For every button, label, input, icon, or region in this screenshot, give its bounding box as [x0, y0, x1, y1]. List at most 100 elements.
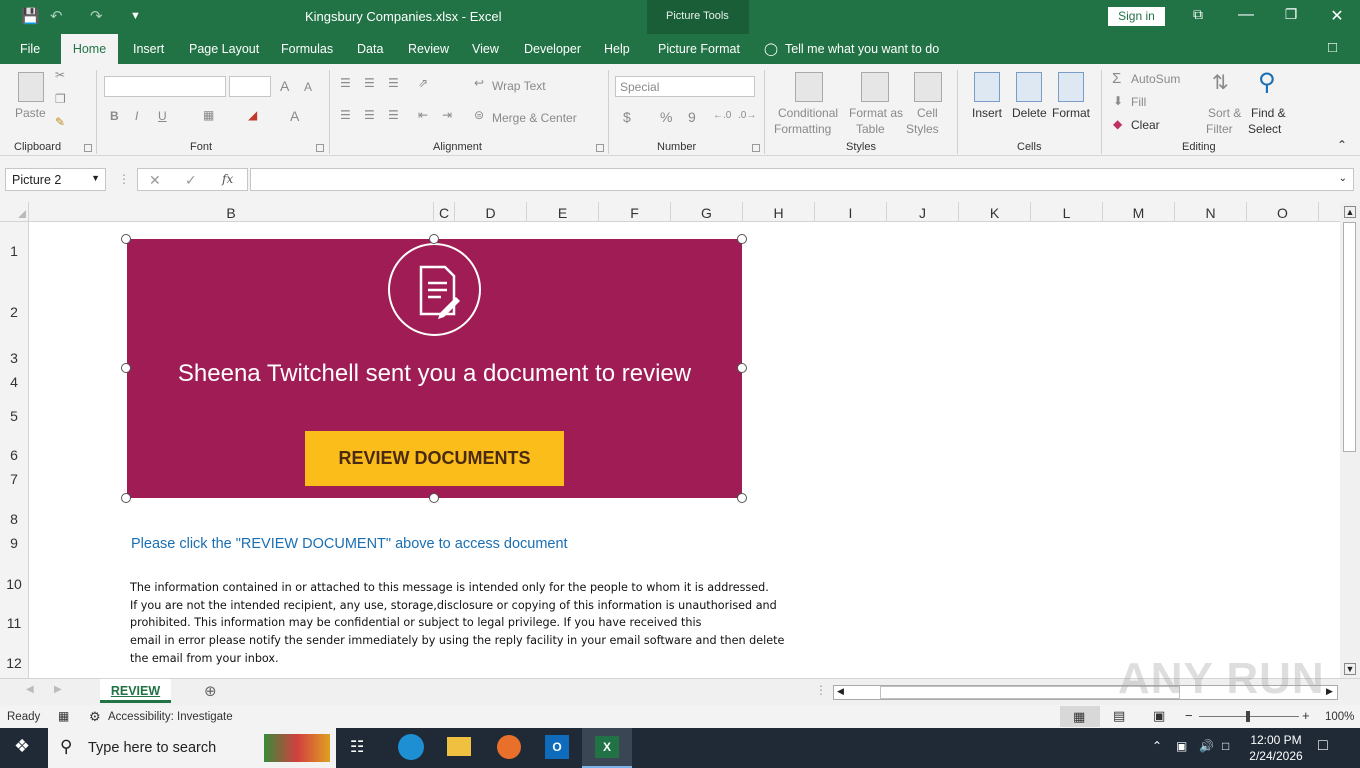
eraser-icon[interactable]: ◆	[1113, 117, 1122, 131]
resize-handle-ml[interactable]	[121, 363, 131, 373]
orientation-icon[interactable]: ⇗	[418, 76, 428, 90]
display-icon[interactable]: □	[1222, 739, 1229, 753]
clear-button[interactable]: Clear	[1131, 118, 1160, 132]
zoom-in-icon[interactable]: +	[1302, 708, 1310, 723]
col-header-f[interactable]: F	[599, 205, 670, 221]
align-bottom-icon[interactable]: ☰	[388, 76, 399, 90]
accessibility-status[interactable]: Accessibility: Investigate	[108, 711, 233, 723]
taskbar-search[interactable]: ⚲ Type here to search	[48, 728, 336, 768]
sort-filter-label-1[interactable]: Sort &	[1208, 106, 1241, 120]
borders-icon[interactable]: ▦	[203, 108, 214, 122]
col-header-c[interactable]: C	[434, 205, 454, 221]
cancel-entry-icon[interactable]: ✕	[149, 172, 161, 189]
windows-start-icon[interactable]: ❖	[14, 736, 30, 757]
find-select-label-1[interactable]: Find &	[1251, 106, 1286, 120]
phishing-banner-image[interactable]: Sheena Twitchell sent you a document to …	[127, 239, 742, 498]
resize-handle-mr[interactable]	[737, 363, 747, 373]
page-break-preview-icon[interactable]: ▣	[1153, 708, 1165, 724]
font-name-box[interactable]	[104, 76, 226, 97]
clipboard-launcher-icon[interactable]	[84, 144, 92, 152]
tab-page-layout[interactable]: Page Layout	[189, 42, 259, 56]
wrap-text-icon[interactable]: ↩	[474, 76, 484, 90]
format-cells-icon[interactable]	[1058, 72, 1084, 102]
sort-filter-label-2[interactable]: Filter	[1206, 122, 1233, 136]
conditional-formatting-label-1[interactable]: Conditional	[778, 106, 838, 120]
alignment-launcher-icon[interactable]	[596, 144, 604, 152]
col-header-h[interactable]: H	[743, 205, 814, 221]
fill-color-icon[interactable]: ◢	[248, 108, 257, 122]
vertical-scrollbar[interactable]: ▲ ▼	[1340, 202, 1360, 678]
conditional-formatting-label-2[interactable]: Formatting	[774, 122, 831, 136]
customize-qat-icon[interactable]: ▼	[130, 10, 141, 22]
paste-icon[interactable]	[18, 72, 44, 102]
comments-icon[interactable]: □	[1328, 39, 1337, 56]
tab-picture-format[interactable]: Picture Format	[658, 42, 740, 56]
col-header-g[interactable]: G	[671, 205, 742, 221]
outlook-icon[interactable]: O	[545, 735, 569, 759]
resize-handle-tl[interactable]	[121, 234, 131, 244]
firefox-icon[interactable]	[497, 735, 521, 759]
delete-cells-icon[interactable]	[1016, 72, 1042, 102]
cut-icon[interactable]: ✂	[55, 68, 65, 82]
col-header-i[interactable]: I	[815, 205, 886, 221]
col-header-m[interactable]: M	[1103, 205, 1174, 221]
formula-input[interactable]: ⌄	[250, 168, 1354, 191]
scroll-up-icon[interactable]: ▲	[1344, 206, 1356, 218]
autosum-icon[interactable]: Σ	[1112, 70, 1121, 87]
decrease-decimal-icon[interactable]: .0→	[738, 110, 756, 121]
format-painter-icon[interactable]: ✎	[55, 115, 65, 129]
col-header-n[interactable]: N	[1175, 205, 1246, 221]
bold-button[interactable]: B	[110, 109, 119, 123]
currency-button[interactable]: $	[623, 109, 631, 125]
page-layout-view-icon[interactable]: ▤	[1113, 708, 1125, 724]
resize-handle-br[interactable]	[737, 493, 747, 503]
autosum-button[interactable]: AutoSum	[1131, 72, 1180, 86]
align-top-icon[interactable]: ☰	[340, 76, 351, 90]
expand-formula-bar-icon[interactable]: ⌄	[1339, 173, 1347, 184]
tab-review[interactable]: Review	[408, 42, 449, 56]
number-format-box[interactable]: Special	[615, 76, 755, 97]
align-left-icon[interactable]: ☰	[340, 108, 351, 122]
task-view-icon[interactable]: ☷	[350, 737, 364, 757]
cell-styles-icon[interactable]	[914, 72, 942, 102]
row-header-1[interactable]: 1	[0, 243, 28, 259]
col-header-j[interactable]: J	[887, 205, 958, 221]
scroll-left-icon[interactable]: ◀	[837, 686, 844, 697]
row-header-10[interactable]: 10	[0, 576, 28, 592]
row-header-3[interactable]: 3	[0, 350, 28, 366]
cell-styles-label-1[interactable]: Cell	[917, 106, 938, 120]
merge-center-button[interactable]: Merge & Center	[492, 111, 577, 125]
font-launcher-icon[interactable]	[316, 144, 324, 152]
decrease-indent-icon[interactable]: ⇤	[418, 108, 428, 122]
row-header-8[interactable]: 8	[0, 511, 28, 527]
italic-button[interactable]: I	[135, 109, 138, 123]
tab-insert[interactable]: Insert	[133, 42, 164, 56]
name-box[interactable]: Picture 2 ▼	[5, 168, 106, 191]
macro-recording-icon[interactable]: ▦	[58, 709, 69, 723]
format-as-table-icon[interactable]	[861, 72, 889, 102]
row-header-7[interactable]: 7	[0, 471, 28, 487]
cell-styles-label-2[interactable]: Styles	[906, 122, 939, 136]
col-header-e[interactable]: E	[527, 205, 598, 221]
tab-home[interactable]: Home	[61, 34, 118, 64]
close-icon[interactable]: ✕	[1327, 6, 1347, 26]
tab-developer[interactable]: Developer	[524, 42, 581, 56]
excel-taskbar-button[interactable]: X	[582, 728, 632, 768]
accessibility-icon[interactable]: ⚙	[89, 709, 101, 725]
file-explorer-icon[interactable]	[447, 737, 471, 756]
save-icon[interactable]: 💾	[21, 7, 40, 25]
find-select-label-2[interactable]: Select	[1248, 122, 1281, 136]
align-right-icon[interactable]: ☰	[388, 108, 399, 122]
underline-button[interactable]: U	[158, 109, 167, 123]
align-middle-icon[interactable]: ☰	[364, 76, 375, 90]
sheet-tab-review[interactable]: REVIEW	[100, 679, 171, 703]
format-cells-button[interactable]: Format	[1052, 106, 1090, 120]
minimize-icon[interactable]: —	[1236, 6, 1256, 24]
align-center-icon[interactable]: ☰	[364, 108, 375, 122]
insert-cells-icon[interactable]	[974, 72, 1000, 102]
tab-help[interactable]: Help	[604, 42, 630, 56]
tell-me-search[interactable]: ◯ Tell me what you want to do	[764, 41, 939, 56]
resize-handle-tc[interactable]	[429, 234, 439, 244]
grow-font-icon[interactable]: A	[280, 78, 289, 94]
row-header-9[interactable]: 9	[0, 535, 28, 551]
